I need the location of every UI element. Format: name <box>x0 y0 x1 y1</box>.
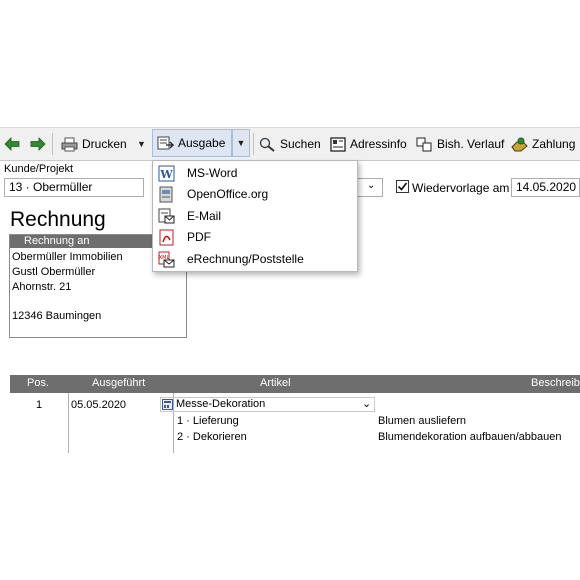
chevron-down-icon: ▼ <box>236 138 246 148</box>
table-header: Pos. Ausgeführt Artikel Beschreibu <box>10 375 580 393</box>
row-date[interactable]: 05.05.2020 <box>71 399 126 411</box>
column-header-article: Artikel <box>260 377 291 389</box>
resubmission-checkbox[interactable] <box>396 180 409 193</box>
menu-item-openoffice[interactable]: OpenOffice.org <box>153 184 357 205</box>
history-button[interactable]: Bish. Verlauf <box>416 128 504 160</box>
payment-button[interactable]: Zahlung <box>511 128 575 160</box>
printer-icon <box>61 137 78 151</box>
print-dropdown-button[interactable]: ▼ <box>137 128 146 160</box>
openoffice-icon <box>159 186 173 203</box>
forward-button[interactable] <box>30 128 46 160</box>
toolbar: Drucken ▼ Ausgabe ▼ Suchen Adressinfo Bi… <box>0 127 580 161</box>
subitem-description: Blumen ausliefern <box>378 415 467 427</box>
chevron-down-icon: ⌄ <box>362 398 372 410</box>
chevron-down-icon: ⌄ <box>367 180 376 191</box>
back-button[interactable] <box>4 128 20 160</box>
address-line: Gustl Obermüller <box>12 266 96 278</box>
checkmark-icon <box>397 182 408 191</box>
svg-text:W: W <box>159 168 173 181</box>
row-pos: 1 <box>36 399 43 411</box>
chevron-down-icon: ▼ <box>137 139 146 149</box>
forward-arrow-icon <box>30 137 46 151</box>
column-divider <box>68 393 69 453</box>
output-dropdown-button[interactable]: ▼ <box>232 129 250 157</box>
customer-label: Kunde/Projekt <box>4 163 74 175</box>
article-select[interactable]: Messe-Dekoration ⌄ <box>160 397 375 412</box>
history-label: Bish. Verlauf <box>437 137 505 151</box>
article-value: Messe-Dekoration <box>176 398 266 410</box>
column-header-description: Beschreibu <box>531 377 580 389</box>
column-header-executed: Ausgeführt <box>92 377 146 389</box>
output-menu: W MS-Word OpenOffice.org E-Mail PDF XML … <box>152 160 358 272</box>
print-button[interactable]: Drucken <box>61 128 127 160</box>
payment-label: Zahlung <box>532 137 576 151</box>
output-label: Ausgabe <box>178 136 226 150</box>
menu-item-email[interactable]: E-Mail <box>153 206 357 227</box>
menu-item-label: E-Mail <box>187 209 222 223</box>
subitem-description: Blumendekoration aufbauen/abbauen <box>378 431 562 443</box>
search-icon <box>259 137 275 152</box>
column-header-pos: Pos. <box>27 377 50 389</box>
subitem-label: 2 · Dekorieren <box>177 431 247 443</box>
pdf-icon <box>159 229 174 246</box>
partial-dropdown[interactable]: ⌄ <box>355 178 383 197</box>
address-book-icon <box>330 136 346 152</box>
output-icon <box>157 136 174 149</box>
erechnung-icon: XML <box>158 251 175 268</box>
history-icon <box>416 137 432 151</box>
print-label: Drucken <box>82 137 127 151</box>
word-icon: W <box>158 165 175 182</box>
address-line: Obermüller Immobilien <box>12 251 123 263</box>
menu-item-label: OpenOffice.org <box>187 187 269 201</box>
menu-item-label: eRechnung/Poststelle <box>187 252 304 266</box>
email-icon <box>158 208 175 224</box>
subitem-label: 1 · Lieferung <box>177 415 239 427</box>
document-title: Rechnung <box>10 208 106 231</box>
resubmission-date-field[interactable]: 14.05.2020 <box>511 178 580 197</box>
menu-item-label: MS-Word <box>187 166 238 180</box>
toolbar-separator <box>253 133 254 155</box>
address-line: 12346 Baumingen <box>12 310 102 322</box>
menu-item-erechnung[interactable]: XML eRechnung/Poststelle <box>153 249 357 270</box>
output-button[interactable]: Ausgabe <box>152 129 232 157</box>
search-label: Suchen <box>280 137 321 151</box>
menu-item-label: PDF <box>187 230 211 244</box>
menu-item-pdf[interactable]: PDF <box>153 227 357 248</box>
search-button[interactable]: Suchen <box>259 128 321 160</box>
payment-icon <box>511 137 528 151</box>
calculator-icon <box>162 399 173 410</box>
menu-item-ms-word[interactable]: W MS-Word <box>153 163 357 184</box>
customer-field[interactable]: 13 · Obermüller <box>4 178 144 197</box>
address-info-label: Adressinfo <box>350 137 407 151</box>
toolbar-separator <box>52 133 53 155</box>
address-info-button[interactable]: Adressinfo <box>330 128 407 160</box>
resubmission-label: Wiedervorlage am <box>412 181 510 195</box>
back-arrow-icon <box>4 137 20 151</box>
address-line: Ahornstr. 21 <box>12 281 72 293</box>
